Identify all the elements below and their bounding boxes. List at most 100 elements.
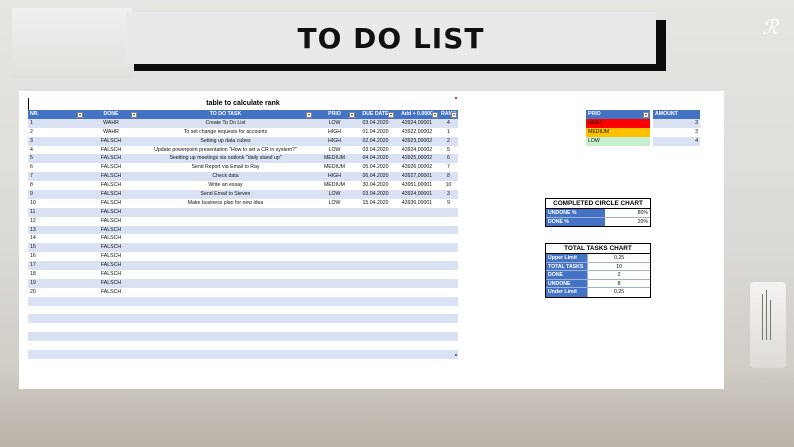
cell-prio[interactable]: MEDIUM (313, 181, 356, 190)
cell-add-value[interactable]: 43951,00001 (395, 181, 439, 190)
info-label[interactable]: DONE (546, 271, 588, 279)
cell-nr[interactable]: 15 (28, 243, 84, 252)
cell-task[interactable] (138, 226, 313, 235)
cell-done[interactable]: FALSCH (84, 190, 138, 199)
cell-prio[interactable] (313, 208, 356, 217)
info-label[interactable]: Under Limit (546, 288, 588, 297)
cell-add-value[interactable]: 43924,00001 (395, 119, 439, 128)
cell-rank[interactable] (439, 217, 458, 226)
cell-rank[interactable]: 6 (439, 154, 458, 163)
cell-prio[interactable]: MEDIUM (313, 154, 356, 163)
info-value[interactable]: 20% (604, 217, 650, 227)
cell-prio[interactable] (313, 350, 356, 359)
cell-add-value[interactable]: 43922,00002 (395, 128, 439, 137)
cell-task[interactable] (138, 297, 313, 306)
cell-add-value[interactable] (395, 350, 439, 359)
cell-prio[interactable]: LOW (313, 190, 356, 199)
cell-done[interactable]: FALSCH (84, 243, 138, 252)
cell-done[interactable] (84, 314, 138, 323)
cell-done[interactable]: FALSCH (84, 279, 138, 288)
cell-due-date[interactable]: 30.04.2020 (356, 181, 395, 190)
cell-due-date[interactable] (356, 243, 395, 252)
cell-rank[interactable]: 3 (439, 190, 458, 199)
cell-nr[interactable]: 2 (28, 128, 84, 137)
cell-task[interactable]: Update powerpoint presentation "How to s… (138, 146, 313, 155)
cell-task[interactable]: Write an essay (138, 181, 313, 190)
cell-task[interactable] (138, 261, 313, 270)
cell-done[interactable]: FALSCH (84, 208, 138, 217)
cell-rank[interactable]: 8 (439, 172, 458, 181)
filter-dropdown-icon[interactable] (432, 111, 438, 118)
header-amount[interactable]: AMOUNT (653, 110, 700, 119)
cell-nr[interactable] (28, 297, 84, 306)
cell-done[interactable] (84, 306, 138, 315)
prio-amount[interactable]: 4 (653, 137, 700, 146)
cell-nr[interactable]: 5 (28, 154, 84, 163)
cell-add-value[interactable] (395, 323, 439, 332)
cell-rank[interactable] (439, 261, 458, 270)
cell-due-date[interactable] (356, 332, 395, 341)
cell-done[interactable]: FALSCH (84, 137, 138, 146)
filter-dropdown-icon[interactable] (349, 111, 355, 118)
cell-due-date[interactable]: 03.04.2020 (356, 119, 395, 128)
info-value[interactable]: 10 (587, 262, 650, 271)
info-label[interactable]: UNDONE (546, 279, 588, 288)
cell-rank[interactable] (439, 243, 458, 252)
cell-rank[interactable]: 1 (439, 128, 458, 137)
cell-done[interactable]: FALSCH (84, 252, 138, 261)
cell-due-date[interactable] (356, 297, 395, 306)
cell-nr[interactable]: 12 (28, 217, 84, 226)
cell-prio[interactable]: HIGH (313, 137, 356, 146)
cell-done[interactable]: FALSCH (84, 146, 138, 155)
cell-prio[interactable] (313, 306, 356, 315)
cell-add-value[interactable] (395, 270, 439, 279)
cell-due-date[interactable] (356, 323, 395, 332)
cell-prio[interactable] (313, 252, 356, 261)
cell-due-date[interactable]: 04.04.2020 (356, 154, 395, 163)
cell-rank[interactable] (439, 279, 458, 288)
cell-task[interactable]: Create To Do List (138, 119, 313, 128)
filter-dropdown-icon[interactable] (77, 111, 83, 118)
cell-prio[interactable]: LOW (313, 146, 356, 155)
cell-rank[interactable]: 7 (439, 163, 458, 172)
cell-done[interactable]: FALSCH (84, 154, 138, 163)
cell-rank[interactable]: 9 (439, 199, 458, 208)
cell-due-date[interactable] (356, 270, 395, 279)
cell-add-value[interactable] (395, 332, 439, 341)
info-value[interactable]: 80% (604, 209, 650, 217)
cell-add-value[interactable] (395, 306, 439, 315)
prio-label[interactable]: MEDIUM (586, 128, 650, 137)
cell-rank[interactable]: 2 (439, 137, 458, 146)
cell-due-date[interactable] (356, 350, 395, 359)
cell-add-value[interactable]: 43924,00002 (395, 146, 439, 155)
cell-task[interactable] (138, 350, 313, 359)
cell-done[interactable]: FALSCH (84, 181, 138, 190)
header-add-value[interactable]: Add + 0.0000 (395, 110, 439, 119)
cell-done[interactable]: FALSCH (84, 288, 138, 297)
cell-task[interactable] (138, 288, 313, 297)
cell-add-value[interactable] (395, 288, 439, 297)
info-value[interactable]: 0,25 (587, 288, 650, 297)
cell-done[interactable]: FALSCH (84, 199, 138, 208)
cell-rank[interactable] (439, 288, 458, 297)
cell-nr[interactable] (28, 314, 84, 323)
cell-rank[interactable] (439, 306, 458, 315)
cell-rank[interactable] (439, 234, 458, 243)
cell-nr[interactable]: 6 (28, 163, 84, 172)
cell-nr[interactable]: 8 (28, 181, 84, 190)
cell-add-value[interactable]: 43924,00001 (395, 190, 439, 199)
cell-task[interactable]: To set change requests for accounts (138, 128, 313, 137)
cell-rank[interactable] (439, 208, 458, 217)
cell-due-date[interactable] (356, 226, 395, 235)
cell-rank[interactable] (439, 332, 458, 341)
cell-add-value[interactable] (395, 279, 439, 288)
cell-done[interactable]: FALSCH (84, 172, 138, 181)
comment-marker[interactable] (455, 97, 457, 99)
cell-prio[interactable] (313, 314, 356, 323)
header-prio[interactable]: PRIO (313, 110, 356, 119)
cell-add-value[interactable] (395, 217, 439, 226)
cell-prio[interactable] (313, 297, 356, 306)
cell-due-date[interactable]: 05.04.2020 (356, 163, 395, 172)
header-rank[interactable]: RANK (439, 110, 458, 119)
cell-done[interactable] (84, 332, 138, 341)
